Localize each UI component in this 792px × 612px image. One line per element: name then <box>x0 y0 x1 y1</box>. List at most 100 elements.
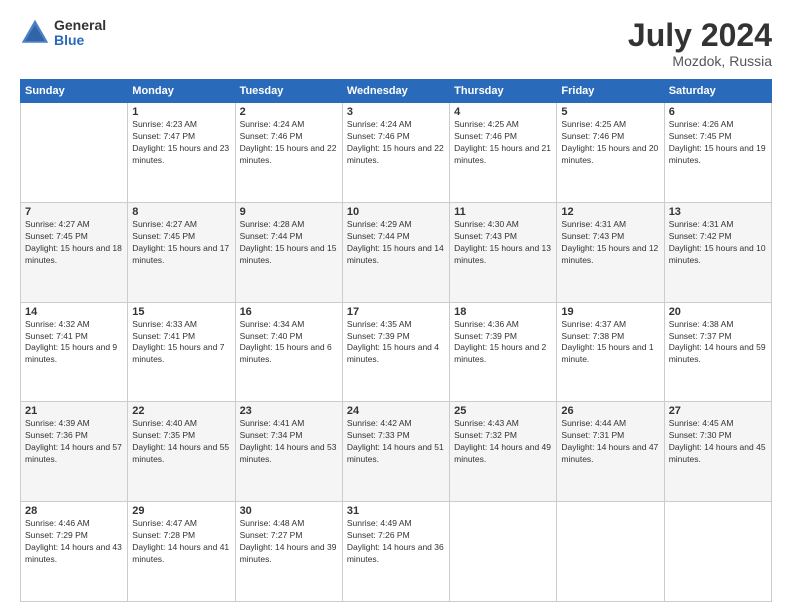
calendar-table: SundayMondayTuesdayWednesdayThursdayFrid… <box>20 79 772 602</box>
col-header-wednesday: Wednesday <box>342 80 449 103</box>
calendar-cell: 27Sunrise: 4:45 AMSunset: 7:30 PMDayligh… <box>664 402 771 502</box>
cell-info: Sunrise: 4:28 AMSunset: 7:44 PMDaylight:… <box>240 219 338 267</box>
day-number: 8 <box>132 206 230 218</box>
month-year: July 2024 <box>628 18 772 53</box>
cell-info: Sunrise: 4:33 AMSunset: 7:41 PMDaylight:… <box>132 319 230 367</box>
day-number: 23 <box>240 405 338 417</box>
calendar-cell: 2Sunrise: 4:24 AMSunset: 7:46 PMDaylight… <box>235 103 342 203</box>
cell-info: Sunrise: 4:35 AMSunset: 7:39 PMDaylight:… <box>347 319 445 367</box>
col-header-monday: Monday <box>128 80 235 103</box>
col-header-sunday: Sunday <box>21 80 128 103</box>
cell-info: Sunrise: 4:34 AMSunset: 7:40 PMDaylight:… <box>240 319 338 367</box>
calendar-week-row: 1Sunrise: 4:23 AMSunset: 7:47 PMDaylight… <box>21 103 772 203</box>
cell-info: Sunrise: 4:41 AMSunset: 7:34 PMDaylight:… <box>240 418 338 466</box>
day-number: 9 <box>240 206 338 218</box>
cell-info: Sunrise: 4:24 AMSunset: 7:46 PMDaylight:… <box>240 119 338 167</box>
calendar-week-row: 21Sunrise: 4:39 AMSunset: 7:36 PMDayligh… <box>21 402 772 502</box>
calendar-cell: 31Sunrise: 4:49 AMSunset: 7:26 PMDayligh… <box>342 502 449 602</box>
calendar-cell: 29Sunrise: 4:47 AMSunset: 7:28 PMDayligh… <box>128 502 235 602</box>
cell-info: Sunrise: 4:25 AMSunset: 7:46 PMDaylight:… <box>561 119 659 167</box>
day-number: 16 <box>240 306 338 318</box>
cell-info: Sunrise: 4:30 AMSunset: 7:43 PMDaylight:… <box>454 219 552 267</box>
calendar-header-row: SundayMondayTuesdayWednesdayThursdayFrid… <box>21 80 772 103</box>
day-number: 30 <box>240 505 338 517</box>
day-number: 21 <box>25 405 123 417</box>
calendar-cell: 5Sunrise: 4:25 AMSunset: 7:46 PMDaylight… <box>557 103 664 203</box>
day-number: 31 <box>347 505 445 517</box>
calendar-cell: 11Sunrise: 4:30 AMSunset: 7:43 PMDayligh… <box>450 202 557 302</box>
page: General Blue July 2024 Mozdok, Russia Su… <box>0 0 792 612</box>
cell-info: Sunrise: 4:45 AMSunset: 7:30 PMDaylight:… <box>669 418 767 466</box>
calendar-cell: 19Sunrise: 4:37 AMSunset: 7:38 PMDayligh… <box>557 302 664 402</box>
day-number: 12 <box>561 206 659 218</box>
cell-info: Sunrise: 4:47 AMSunset: 7:28 PMDaylight:… <box>132 518 230 566</box>
cell-info: Sunrise: 4:31 AMSunset: 7:43 PMDaylight:… <box>561 219 659 267</box>
calendar-cell <box>557 502 664 602</box>
cell-info: Sunrise: 4:44 AMSunset: 7:31 PMDaylight:… <box>561 418 659 466</box>
cell-info: Sunrise: 4:26 AMSunset: 7:45 PMDaylight:… <box>669 119 767 167</box>
day-number: 17 <box>347 306 445 318</box>
calendar-cell: 24Sunrise: 4:42 AMSunset: 7:33 PMDayligh… <box>342 402 449 502</box>
col-header-tuesday: Tuesday <box>235 80 342 103</box>
calendar-week-row: 7Sunrise: 4:27 AMSunset: 7:45 PMDaylight… <box>21 202 772 302</box>
day-number: 24 <box>347 405 445 417</box>
day-number: 29 <box>132 505 230 517</box>
day-number: 15 <box>132 306 230 318</box>
cell-info: Sunrise: 4:37 AMSunset: 7:38 PMDaylight:… <box>561 319 659 367</box>
calendar-cell: 15Sunrise: 4:33 AMSunset: 7:41 PMDayligh… <box>128 302 235 402</box>
col-header-friday: Friday <box>557 80 664 103</box>
cell-info: Sunrise: 4:49 AMSunset: 7:26 PMDaylight:… <box>347 518 445 566</box>
cell-info: Sunrise: 4:27 AMSunset: 7:45 PMDaylight:… <box>25 219 123 267</box>
calendar-cell: 4Sunrise: 4:25 AMSunset: 7:46 PMDaylight… <box>450 103 557 203</box>
day-number: 20 <box>669 306 767 318</box>
calendar-cell: 23Sunrise: 4:41 AMSunset: 7:34 PMDayligh… <box>235 402 342 502</box>
calendar-cell: 6Sunrise: 4:26 AMSunset: 7:45 PMDaylight… <box>664 103 771 203</box>
calendar-cell: 21Sunrise: 4:39 AMSunset: 7:36 PMDayligh… <box>21 402 128 502</box>
day-number: 7 <box>25 206 123 218</box>
calendar-cell <box>664 502 771 602</box>
col-header-saturday: Saturday <box>664 80 771 103</box>
calendar-week-row: 28Sunrise: 4:46 AMSunset: 7:29 PMDayligh… <box>21 502 772 602</box>
day-number: 19 <box>561 306 659 318</box>
logo-line2: Blue <box>54 33 106 48</box>
location: Mozdok, Russia <box>628 53 772 69</box>
cell-info: Sunrise: 4:39 AMSunset: 7:36 PMDaylight:… <box>25 418 123 466</box>
day-number: 13 <box>669 206 767 218</box>
day-number: 18 <box>454 306 552 318</box>
day-number: 22 <box>132 405 230 417</box>
calendar-cell: 25Sunrise: 4:43 AMSunset: 7:32 PMDayligh… <box>450 402 557 502</box>
calendar-cell: 12Sunrise: 4:31 AMSunset: 7:43 PMDayligh… <box>557 202 664 302</box>
header: General Blue July 2024 Mozdok, Russia <box>20 18 772 69</box>
cell-info: Sunrise: 4:31 AMSunset: 7:42 PMDaylight:… <box>669 219 767 267</box>
cell-info: Sunrise: 4:46 AMSunset: 7:29 PMDaylight:… <box>25 518 123 566</box>
day-number: 6 <box>669 106 767 118</box>
cell-info: Sunrise: 4:38 AMSunset: 7:37 PMDaylight:… <box>669 319 767 367</box>
day-number: 4 <box>454 106 552 118</box>
logo-text: General Blue <box>54 18 106 49</box>
calendar-cell: 14Sunrise: 4:32 AMSunset: 7:41 PMDayligh… <box>21 302 128 402</box>
day-number: 1 <box>132 106 230 118</box>
cell-info: Sunrise: 4:48 AMSunset: 7:27 PMDaylight:… <box>240 518 338 566</box>
cell-info: Sunrise: 4:40 AMSunset: 7:35 PMDaylight:… <box>132 418 230 466</box>
calendar-cell: 7Sunrise: 4:27 AMSunset: 7:45 PMDaylight… <box>21 202 128 302</box>
cell-info: Sunrise: 4:32 AMSunset: 7:41 PMDaylight:… <box>25 319 123 367</box>
calendar-cell <box>450 502 557 602</box>
cell-info: Sunrise: 4:23 AMSunset: 7:47 PMDaylight:… <box>132 119 230 167</box>
calendar-cell: 1Sunrise: 4:23 AMSunset: 7:47 PMDaylight… <box>128 103 235 203</box>
title-block: July 2024 Mozdok, Russia <box>628 18 772 69</box>
cell-info: Sunrise: 4:24 AMSunset: 7:46 PMDaylight:… <box>347 119 445 167</box>
day-number: 14 <box>25 306 123 318</box>
calendar-cell: 13Sunrise: 4:31 AMSunset: 7:42 PMDayligh… <box>664 202 771 302</box>
cell-info: Sunrise: 4:25 AMSunset: 7:46 PMDaylight:… <box>454 119 552 167</box>
cell-info: Sunrise: 4:42 AMSunset: 7:33 PMDaylight:… <box>347 418 445 466</box>
calendar-cell: 9Sunrise: 4:28 AMSunset: 7:44 PMDaylight… <box>235 202 342 302</box>
cell-info: Sunrise: 4:27 AMSunset: 7:45 PMDaylight:… <box>132 219 230 267</box>
day-number: 11 <box>454 206 552 218</box>
cell-info: Sunrise: 4:36 AMSunset: 7:39 PMDaylight:… <box>454 319 552 367</box>
calendar-cell: 3Sunrise: 4:24 AMSunset: 7:46 PMDaylight… <box>342 103 449 203</box>
calendar-cell: 30Sunrise: 4:48 AMSunset: 7:27 PMDayligh… <box>235 502 342 602</box>
logo-icon <box>20 18 50 48</box>
calendar-cell: 8Sunrise: 4:27 AMSunset: 7:45 PMDaylight… <box>128 202 235 302</box>
calendar-cell <box>21 103 128 203</box>
calendar-cell: 20Sunrise: 4:38 AMSunset: 7:37 PMDayligh… <box>664 302 771 402</box>
